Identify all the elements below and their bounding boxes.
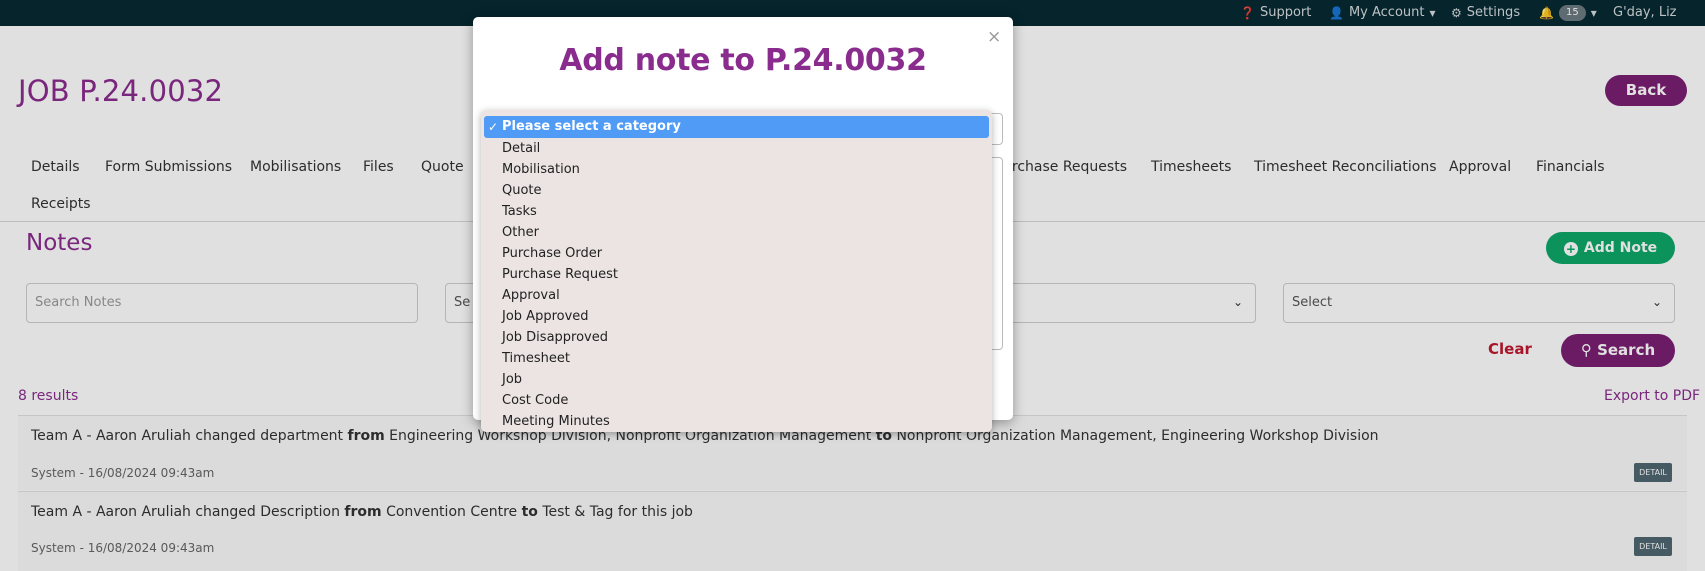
- dropdown-option-selected[interactable]: ✓ Please select a category: [484, 116, 989, 138]
- modal-title: Add note to P.24.0032: [559, 43, 927, 78]
- dropdown-option[interactable]: Timesheet: [502, 348, 570, 369]
- dropdown-option[interactable]: Other: [502, 222, 539, 243]
- dropdown-option[interactable]: Purchase Request: [502, 264, 618, 285]
- dropdown-option[interactable]: Cost Code: [502, 390, 568, 411]
- check-icon: ✓: [488, 120, 499, 134]
- dropdown-option-label: Please select a category: [502, 119, 681, 134]
- dropdown-option[interactable]: Quote: [502, 180, 542, 201]
- dropdown-option[interactable]: Tasks: [502, 201, 537, 222]
- close-icon[interactable]: ×: [987, 27, 1001, 47]
- dropdown-option[interactable]: Detail: [502, 138, 540, 159]
- dropdown-option[interactable]: Job Disapproved: [502, 327, 608, 348]
- dropdown-option[interactable]: Job Approved: [502, 306, 589, 327]
- dropdown-option[interactable]: Mobilisation: [502, 159, 580, 180]
- dropdown-option[interactable]: Purchase Order: [502, 243, 602, 264]
- category-dropdown-list: ✓ Please select a category Detail Mobili…: [481, 110, 992, 432]
- dropdown-option[interactable]: Approval: [502, 285, 560, 306]
- dropdown-option[interactable]: Job: [502, 369, 522, 390]
- dropdown-option[interactable]: Meeting Minutes: [502, 411, 610, 432]
